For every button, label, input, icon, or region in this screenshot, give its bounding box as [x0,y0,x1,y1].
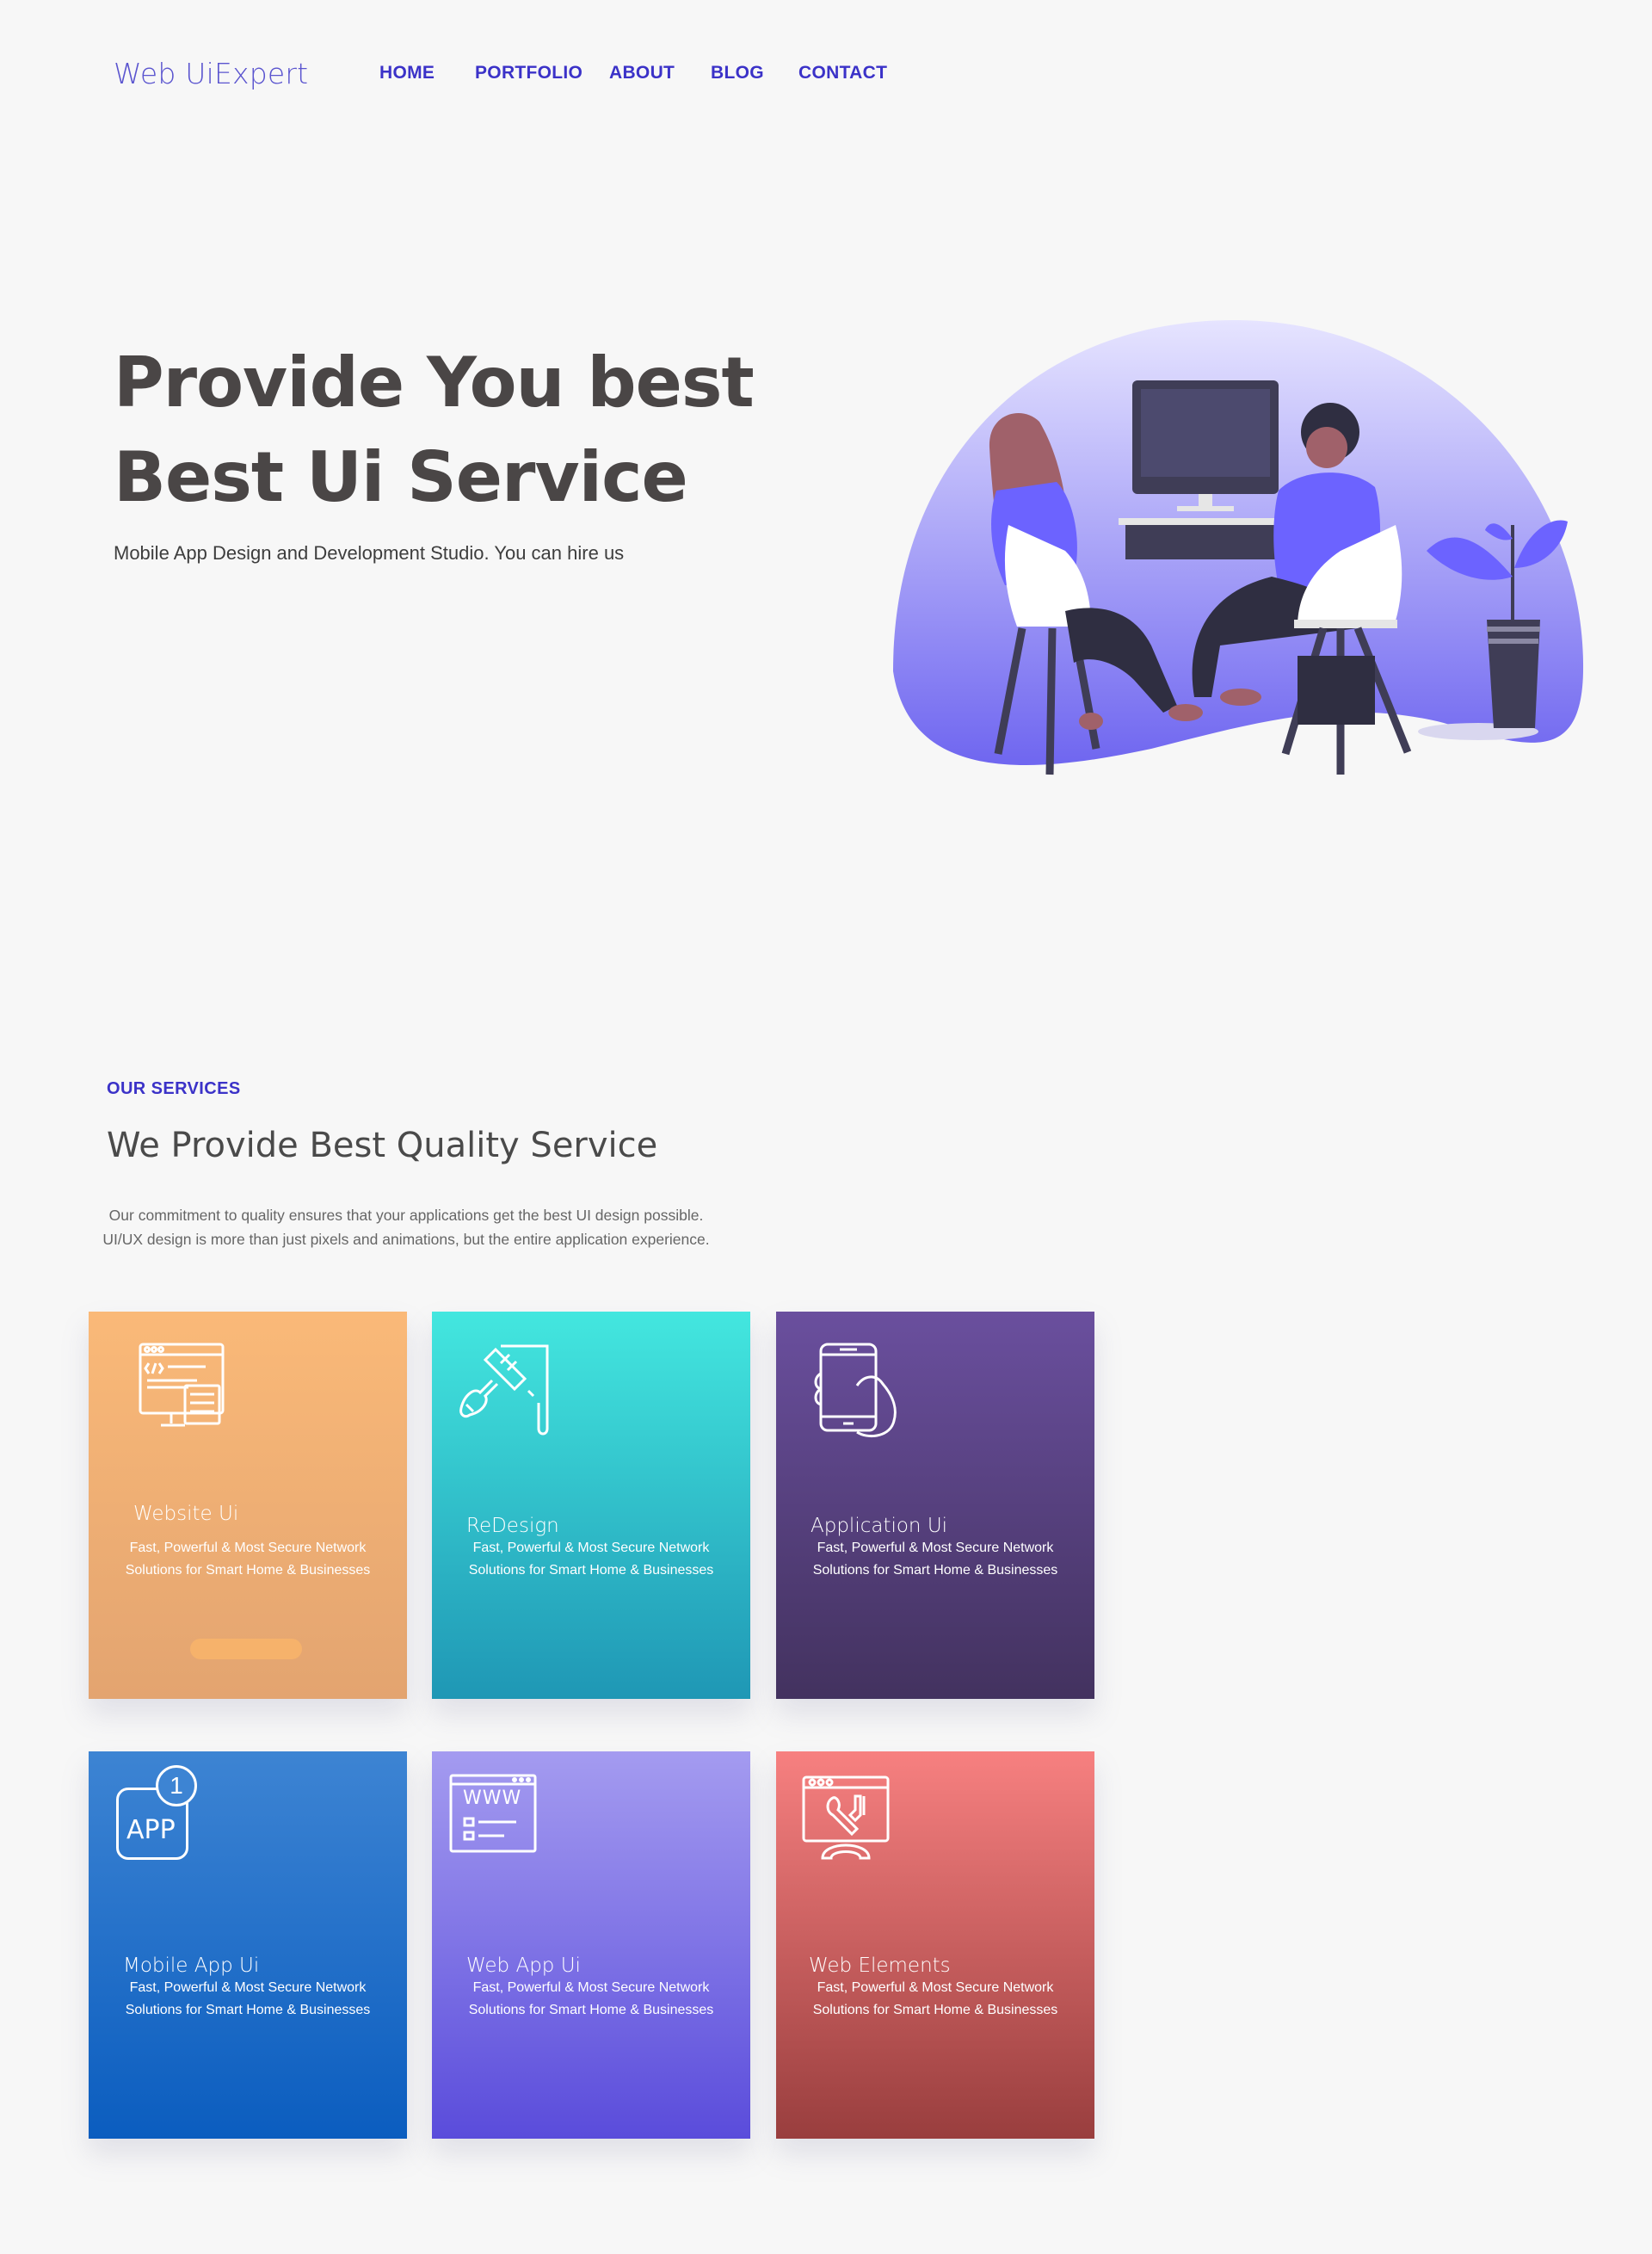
card-description-line-1: Fast, Powerful & Most Secure Network [129,1541,367,1555]
services-description: Our commitment to quality ensures that y… [102,1207,710,1248]
card-button[interactable] [190,1639,302,1659]
card-title: Website Ui [133,1503,239,1525]
card-title: Application Ui [811,1515,948,1537]
card-description-line-2: Solutions for Smart Home & Businesses [468,2003,714,2017]
card-description-line-2: Solutions for Smart Home & Businesses [125,2003,371,2017]
card-description: Fast, Powerful & Most Secure Network Sol… [89,1537,407,1582]
nav-home[interactable]: HOME [379,63,435,83]
hero-subtitle: Mobile App Design and Development Studio… [114,542,625,564]
hero-title-line-2: Best Ui Service [114,437,688,517]
card-description-line-1: Fast, Powerful & Most Secure Network [817,1541,1054,1555]
nav-about[interactable]: ABOUT [609,63,675,83]
card-description: Fast, Powerful & Most Secure Network Sol… [432,1537,750,1582]
card-description-line-1: Fast, Powerful & Most Secure Network [817,1980,1054,1995]
browser-frame-icon [449,1774,537,1853]
card-description: Fast, Powerful & Most Secure Network Sol… [432,1977,750,2022]
service-card-redesign[interactable]: ReDesign Fast, Powerful & Most Secure Ne… [432,1312,750,1699]
service-card-web-elements[interactable]: Web Elements Fast, Powerful & Most Secur… [776,1751,1094,2139]
card-title: Web Elements [809,1954,951,1977]
card-description: Fast, Powerful & Most Secure Network Sol… [89,1977,407,2022]
service-card-website-ui[interactable]: Website Ui Fast, Powerful & Most Secure … [89,1312,407,1699]
paint-brush-icon [459,1344,549,1436]
card-description: Fast, Powerful & Most Secure Network Sol… [776,1537,1094,1582]
card-description-line-2: Solutions for Smart Home & Businesses [812,1563,1058,1578]
services-tag: OUR SERVICES [107,1079,241,1098]
nav-contact[interactable]: CONTACT [798,63,887,83]
phone-hand-icon [814,1343,897,1438]
card-description-line-2: Solutions for Smart Home & Businesses [812,2003,1058,2017]
card-description-line-2: Solutions for Smart Home & Businesses [125,1563,371,1578]
browser-tools-icon [802,1775,890,1860]
app-badge-icon: 1 APP [114,1765,209,1860]
card-description-line-1: Fast, Powerful & Most Secure Network [472,1541,710,1555]
card-description-line-1: Fast, Powerful & Most Secure Network [472,1980,710,1995]
www-label: WWW [463,1788,522,1809]
card-title: Web App Ui [466,1954,581,1977]
app-badge-label: APP [126,1815,176,1845]
site-logo[interactable]: Web UiExpert [114,57,308,90]
service-card-mobile-app-ui[interactable]: 1 APP Mobile App Ui Fast, Powerful & Mos… [89,1751,407,2139]
app-badge-count: 1 [156,1765,197,1806]
nav-portfolio[interactable]: PORTFOLIO [475,63,583,83]
hero-title: Provide You best Best Ui Service [114,336,755,525]
card-description-line-1: Fast, Powerful & Most Secure Network [129,1980,367,1995]
card-description-line-2: Solutions for Smart Home & Businesses [468,1563,714,1578]
service-card-application-ui[interactable]: Application Ui Fast, Powerful & Most Sec… [776,1312,1094,1699]
service-card-web-app-ui[interactable]: WWW Web App Ui Fast, Powerful & Most Sec… [432,1751,750,2139]
card-title: Mobile App Ui [123,1954,260,1977]
card-description: Fast, Powerful & Most Secure Network Sol… [776,1977,1094,2022]
www-browser-icon: WWW [449,1774,539,1856]
hero-title-line-1: Provide You best [114,343,755,423]
nav-blog[interactable]: BLOG [711,63,764,83]
code-monitor-icon [139,1343,225,1427]
card-title: ReDesign [466,1515,559,1537]
services-title: We Provide Best Quality Service [107,1126,658,1165]
hero-illustration [893,319,1584,775]
